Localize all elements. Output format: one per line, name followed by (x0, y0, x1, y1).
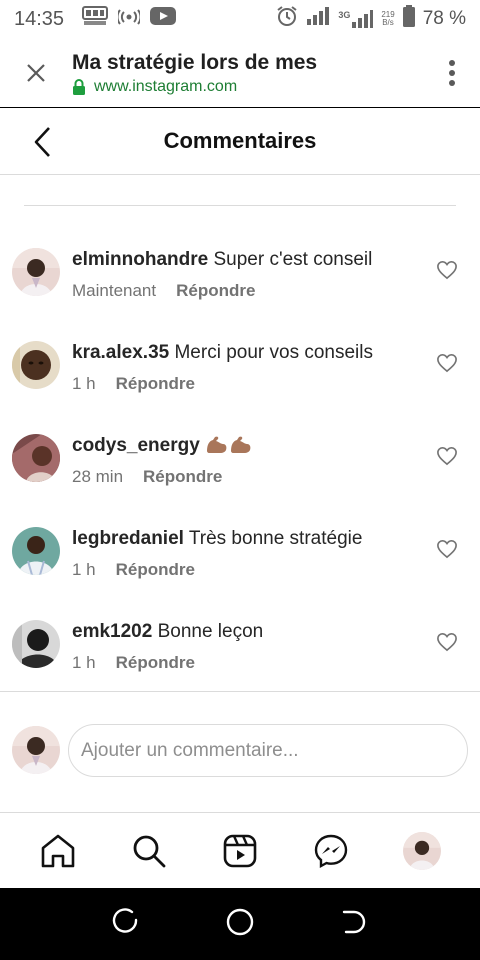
current-user-avatar (12, 726, 60, 774)
comment-text: Super c'est conseil (213, 249, 373, 270)
hotspot-icon (116, 8, 142, 31)
header-title: Commentaires (163, 128, 317, 153)
battery-percentage: 78 % (422, 8, 466, 29)
comment-time: Maintenant (72, 281, 157, 300)
comment-username[interactable]: codys_energy (72, 435, 200, 456)
avatar[interactable] (12, 248, 60, 296)
reply-button[interactable]: Répondre (116, 653, 195, 673)
comment-time: 28 min (72, 467, 124, 486)
avatar[interactable] (12, 620, 60, 668)
heart-icon[interactable] (436, 353, 458, 373)
data-speed: 219 B/s (381, 11, 394, 27)
back-system-button[interactable] (340, 908, 368, 941)
battery-icon (402, 5, 415, 33)
comment-item: kra.alex.35 Merci pour vos conseils 1 h … (0, 317, 480, 410)
comment-time: 1 h (72, 374, 96, 393)
lock-icon (73, 78, 85, 95)
comment-item: emk1202 Bonne leçon 1 h Répondre (0, 596, 480, 689)
nav-messenger-button[interactable] (301, 821, 361, 881)
blast-app-icon (82, 6, 109, 32)
data-speed-unit: B/s (382, 18, 394, 27)
comments-divider (0, 691, 480, 692)
comments-header: Commentaires (0, 108, 480, 175)
close-tab-button[interactable] (0, 38, 72, 108)
browser-toolbar: Ma stratégie lors de mes www.instagram.c… (0, 38, 480, 108)
system-navigation-bar (0, 888, 480, 960)
browser-menu-button[interactable] (424, 38, 480, 108)
signal-3g-icon: 3G (338, 10, 374, 28)
comment-time: 1 h (72, 653, 96, 672)
comment-item: legbredaniel Très bonne stratégie 1 h Ré… (0, 503, 480, 596)
recents-icon (113, 907, 138, 933)
more-vertical-icon (449, 59, 455, 86)
comment-text: Merci pour vos conseils (174, 342, 374, 363)
heart-icon[interactable] (436, 446, 458, 466)
comment-text: Bonne leçon (157, 621, 264, 642)
home-icon (41, 834, 74, 867)
reply-button[interactable]: Répondre (116, 374, 195, 394)
profile-avatar (403, 831, 442, 870)
page-title: Ma stratégie lors de mes (72, 50, 318, 74)
network-type-label: 3G (338, 10, 351, 20)
nav-reels-button[interactable] (210, 821, 270, 881)
comments-list: elminnohandre Super c'est conseil Mainte… (0, 224, 480, 689)
avatar[interactable] (12, 527, 60, 575)
reply-button[interactable]: Répondre (143, 467, 222, 487)
comment-username[interactable]: legbredaniel (72, 528, 184, 549)
bottom-navigation (0, 812, 480, 888)
reels-icon (223, 834, 257, 867)
avatar[interactable] (12, 434, 60, 482)
comment-username[interactable]: elminnohandre (72, 249, 208, 270)
chevron-left-icon (34, 127, 50, 157)
nav-profile-button[interactable] (392, 821, 452, 881)
comment-username[interactable]: kra.alex.35 (72, 342, 169, 363)
recents-button[interactable] (112, 907, 140, 941)
signal-icon (306, 7, 330, 31)
heart-icon[interactable] (436, 632, 458, 652)
heart-icon[interactable] (436, 260, 458, 280)
avatar[interactable] (12, 341, 60, 389)
add-comment-bar (0, 720, 480, 780)
status-bar: 14:35 3G 219 B/s 78 % (0, 0, 480, 38)
heart-icon[interactable] (436, 539, 458, 559)
comment-username[interactable]: emk1202 (72, 621, 152, 642)
reply-button[interactable]: Répondre (176, 281, 255, 301)
home-circle-icon (226, 908, 254, 935)
search-icon (133, 835, 166, 867)
nav-search-button[interactable] (119, 821, 179, 881)
url-text: www.instagram.com (94, 77, 238, 95)
back-button[interactable] (20, 122, 64, 162)
reply-button[interactable]: Répondre (116, 560, 195, 580)
caption-divider (24, 205, 456, 206)
back-icon (342, 910, 365, 933)
comment-item: elminnohandre Super c'est conseil Mainte… (0, 224, 480, 317)
address-block[interactable]: Ma stratégie lors de mes www.instagram.c… (72, 50, 424, 96)
messenger-icon (314, 834, 348, 868)
flexed-biceps-icon (207, 436, 227, 453)
close-icon (27, 63, 45, 82)
comment-emoji (205, 435, 253, 456)
flexed-biceps-icon (231, 436, 251, 453)
comment-input[interactable] (68, 724, 468, 777)
nav-home-button[interactable] (28, 821, 88, 881)
comment-text: Très bonne stratégie (188, 528, 363, 549)
alarm-icon (276, 5, 298, 33)
comment-item: codys_energy 28 min Répondre (0, 410, 480, 503)
youtube-icon (150, 7, 177, 31)
comment-time: 1 h (72, 560, 96, 579)
home-system-button[interactable] (225, 907, 255, 942)
status-time: 14:35 (14, 7, 65, 30)
